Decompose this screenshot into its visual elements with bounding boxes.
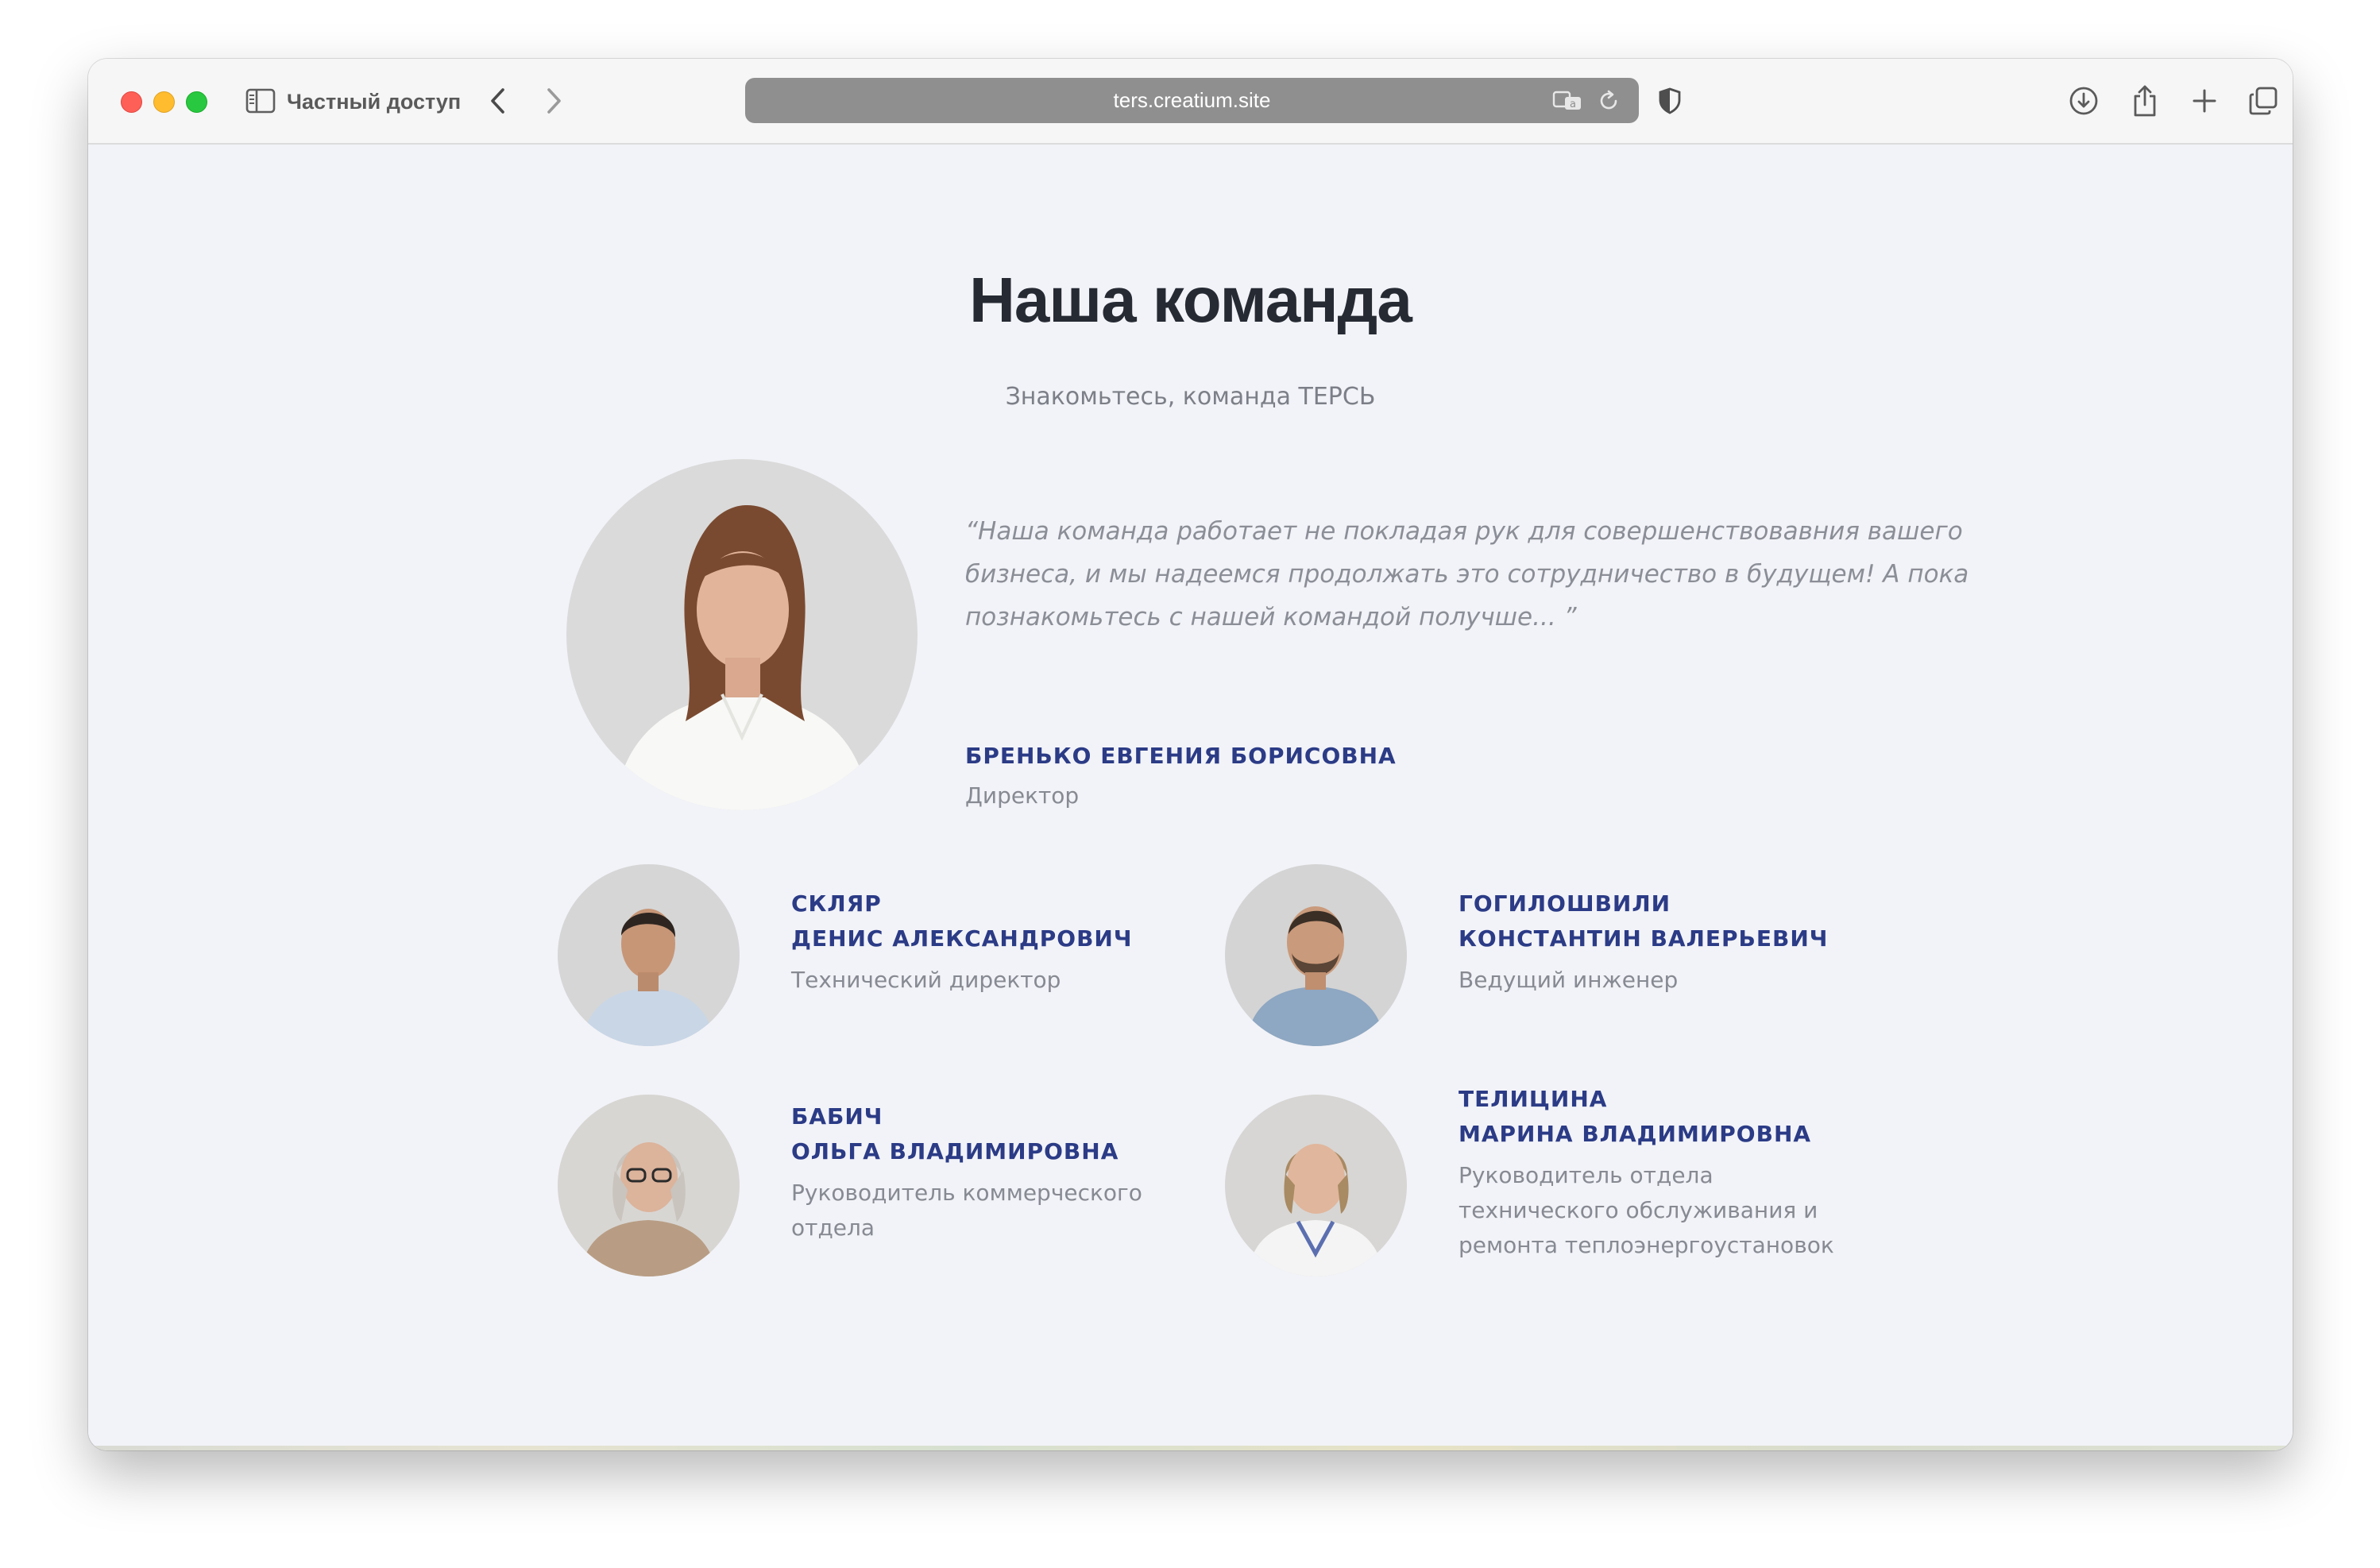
url-text: ters.creatium.site bbox=[1113, 88, 1271, 112]
zoom-window-button[interactable] bbox=[186, 91, 207, 113]
translate-icon[interactable]: a bbox=[1551, 83, 1585, 119]
team-member-surname: ТЕЛИЦИНА bbox=[1459, 1086, 1608, 1112]
share-icon[interactable] bbox=[2127, 83, 2162, 119]
private-browsing-label[interactable]: Частный доступ bbox=[287, 86, 461, 118]
team-member-role: Технический директор bbox=[791, 967, 1061, 993]
team-member-given-name: ОЛЬГА ВЛАДИМИРОВНА bbox=[791, 1138, 1119, 1164]
director-photo bbox=[566, 459, 918, 810]
svg-text:a: a bbox=[1570, 98, 1576, 110]
team-member-role: отдела bbox=[791, 1215, 875, 1241]
team-member-photo bbox=[1225, 864, 1407, 1046]
team-member-role: ремонта теплоэнергоустановок bbox=[1459, 1232, 1834, 1258]
forward-icon[interactable] bbox=[539, 83, 568, 119]
team-member-role: Руководитель коммерческого bbox=[791, 1180, 1142, 1206]
quote-line: познакомьтесь с нашей командой получше..… bbox=[965, 603, 1577, 631]
team-member-role: Руководитель отдела bbox=[1459, 1162, 1714, 1188]
new-tab-icon[interactable] bbox=[2187, 83, 2222, 119]
quote-line: бизнеса, и мы надеемся продолжать это со… bbox=[965, 560, 1969, 589]
team-member-photo bbox=[558, 864, 740, 1046]
browser-toolbar: Частный доступ ters.creatium.site a bbox=[88, 59, 2293, 145]
team-member-given-name: КОНСТАНТИН ВАЛЕРЬЕВИЧ bbox=[1459, 925, 1829, 952]
address-bar[interactable]: ters.creatium.site a bbox=[745, 78, 1639, 123]
back-icon[interactable] bbox=[484, 83, 512, 119]
close-window-button[interactable] bbox=[121, 91, 142, 113]
browser-window: Частный доступ ters.creatium.site a Наша… bbox=[88, 59, 2293, 1450]
downloads-icon[interactable] bbox=[2066, 83, 2101, 119]
reload-icon[interactable] bbox=[1595, 83, 1622, 119]
team-member-role: Ведущий инженер bbox=[1459, 967, 1679, 993]
team-member-surname: БАБИЧ bbox=[791, 1103, 883, 1130]
quote-line: “Наша команда работает не покладая рук д… bbox=[965, 517, 1963, 546]
team-member-photo bbox=[558, 1095, 740, 1276]
team-member-role: технического обслуживания и bbox=[1459, 1197, 1818, 1223]
team-member-photo bbox=[1225, 1095, 1407, 1276]
team-member-surname: ГОГИЛОШВИЛИ bbox=[1459, 890, 1671, 917]
minimize-window-button[interactable] bbox=[153, 91, 175, 113]
next-section-edge bbox=[88, 1446, 2293, 1450]
team-member-surname: СКЛЯР bbox=[791, 890, 882, 917]
tab-overview-icon[interactable] bbox=[2246, 83, 2281, 119]
privacy-shield-icon[interactable] bbox=[1654, 83, 1686, 119]
team-member-given-name: ДЕНИС АЛЕКСАНДРОВИЧ bbox=[791, 925, 1133, 952]
director-quote: “Наша команда работает не покладая рук д… bbox=[965, 510, 1990, 639]
page-title: Наша команда bbox=[969, 265, 1412, 335]
sidebar-toggle-icon[interactable] bbox=[243, 83, 278, 119]
director-role: Директор bbox=[965, 782, 1080, 809]
page-subtitle: Знакомьтесь, команда ТЕРСЬ bbox=[1005, 383, 1376, 411]
page-content: Наша команда Знакомьтесь, команда ТЕРСЬ … bbox=[88, 145, 2293, 1450]
team-member-given-name: МАРИНА ВЛАДИМИРОВНА bbox=[1459, 1121, 1812, 1147]
director-name: БРЕНЬКО ЕВГЕНИЯ БОРИСОВНА bbox=[965, 743, 1397, 769]
